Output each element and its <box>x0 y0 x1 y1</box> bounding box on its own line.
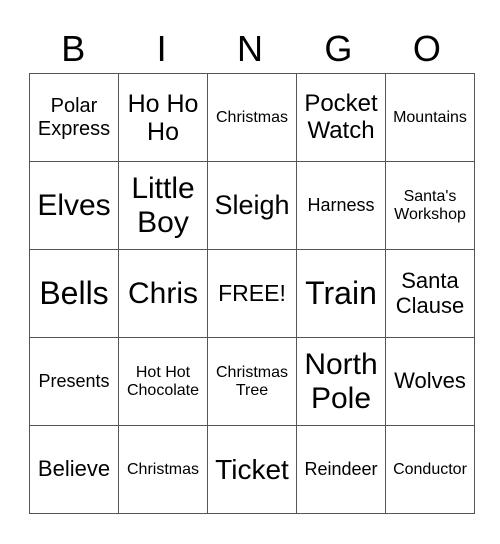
bingo-cell: Polar Express <box>29 73 119 162</box>
bingo-cell: Santa's Workshop <box>385 161 475 250</box>
bingo-cell: Christmas Tree <box>207 337 297 426</box>
header-letter-o: O <box>412 28 441 69</box>
bingo-cell: Harness <box>296 161 386 250</box>
header-letter-b: B <box>61 28 86 69</box>
bingo-cell: Sleigh <box>207 161 297 250</box>
header-letter-n: N <box>237 28 264 69</box>
bingo-row: Presents Hot Hot Chocolate Christmas Tre… <box>29 337 475 426</box>
header-letter-i: I <box>156 28 167 69</box>
bingo-cell: North Pole <box>296 337 386 426</box>
bingo-cell: Reindeer <box>296 425 386 514</box>
bingo-cell: Ticket <box>207 425 297 514</box>
bingo-cell: Chris <box>118 249 208 338</box>
bingo-cell: Ho Ho Ho <box>118 73 208 162</box>
bingo-cell free-space: FREE! <box>207 249 297 338</box>
bingo-cell: Pocket Watch <box>296 73 386 162</box>
bingo-cell: Conductor <box>385 425 475 514</box>
bingo-cell: Hot Hot Chocolate <box>118 337 208 426</box>
bingo-cell: Presents <box>29 337 119 426</box>
bingo-cell: Wolves <box>385 337 475 426</box>
bingo-row: Believe Christmas Ticket Reindeer Conduc… <box>29 425 475 514</box>
bingo-cell: Little Boy <box>118 161 208 250</box>
bingo-cell: Bells <box>29 249 119 338</box>
bingo-row: Elves Little Boy Sleigh Harness Santa's … <box>29 161 475 250</box>
bingo-row: Bells Chris FREE! Train Santa Clause <box>29 249 475 338</box>
bingo-row: Polar Express Ho Ho Ho Christmas Pocket … <box>29 73 475 162</box>
bingo-header: B I N G O <box>29 26 471 72</box>
bingo-cell: Believe <box>29 425 119 514</box>
bingo-cell: Mountains <box>385 73 475 162</box>
bingo-card: Polar Express Ho Ho Ho Christmas Pocket … <box>29 73 475 514</box>
bingo-cell: Elves <box>29 161 119 250</box>
bingo-cell: Santa Clause <box>385 249 475 338</box>
bingo-cell: Train <box>296 249 386 338</box>
header-letter-g: G <box>324 28 353 69</box>
bingo-cell: Christmas <box>118 425 208 514</box>
bingo-cell: Christmas <box>207 73 297 162</box>
